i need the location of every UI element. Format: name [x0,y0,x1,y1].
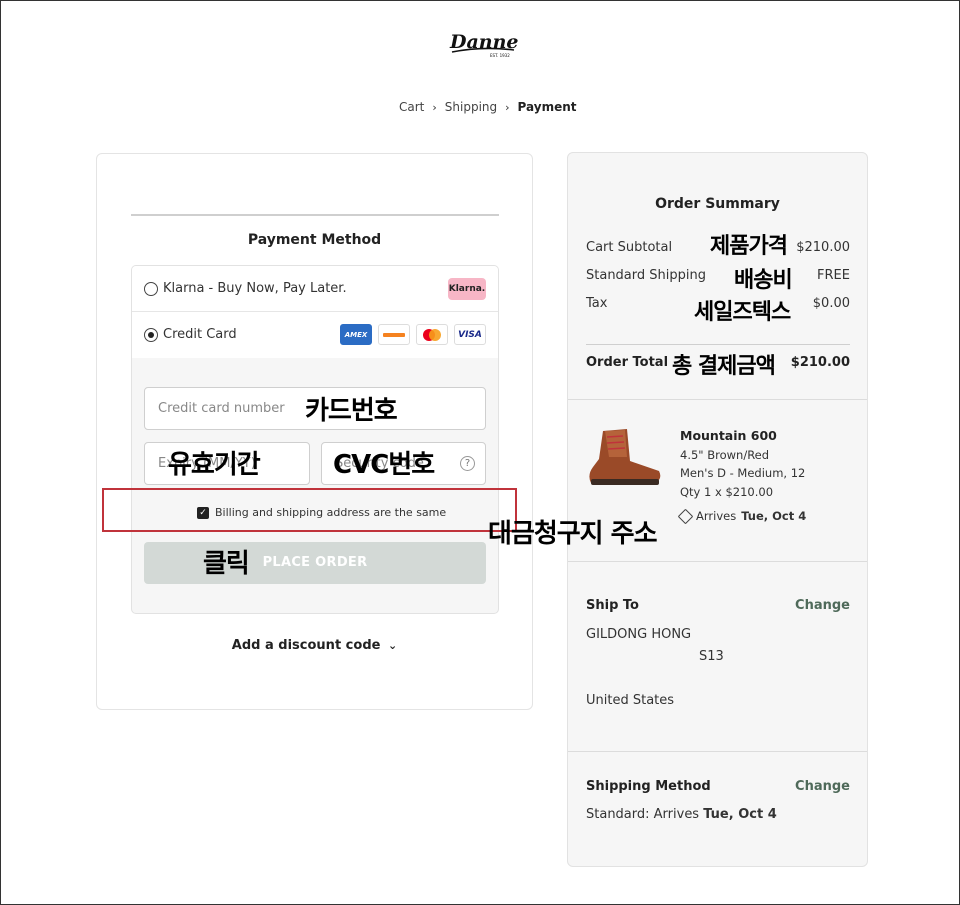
subtotal-label: Cart Subtotal [586,240,673,255]
danner-logo[interactable]: Danner EST. 1932 [446,28,518,60]
annotation-subtotal: 제품가격 [710,234,788,259]
shipping-method-prefix: Standard: Arrives [586,807,700,822]
product-name: Mountain 600 [680,428,777,443]
credit-card-radio[interactable] [144,328,158,342]
shipping-row: Standard Shipping FREE [586,268,850,283]
subtotal-value: $210.00 [796,240,850,255]
product-variant: 4.5" Brown/Red [680,447,770,462]
breadcrumb-shipping[interactable]: Shipping [445,100,497,114]
package-icon [677,508,694,524]
tax-value: $0.00 [812,296,850,311]
ship-to-name: GILDONG HONG [586,627,692,642]
shipping-method-value: Standard: Arrives Tue, Oct 4 [586,807,777,822]
annotation-total: 총 결제금액 [672,354,776,379]
annotation-cvc: CVC번호 [333,450,435,480]
total-value: $210.00 [790,355,850,370]
annotation-shipping: 배송비 [734,268,793,293]
help-icon[interactable]: ? [460,456,475,471]
total-label: Order Total [586,355,669,370]
payment-method-title: Payment Method [247,232,382,248]
annotation-tax: 세일즈텍스 [694,300,791,325]
klarna-icon: Klarna. [448,278,486,300]
arrives-date: Tue, Oct 4 [741,509,807,523]
shipping-method-title: Shipping Method [586,779,711,794]
card-brands: AMEX VISA [340,324,486,345]
ship-to-title: Ship To [586,598,639,613]
breadcrumb: Cart › Shipping › Payment [399,100,577,114]
discount-code-toggle[interactable]: Add a discount code ⌄ [97,638,532,653]
svg-text:EST. 1932: EST. 1932 [490,53,510,58]
klarna-option[interactable]: Klarna - Buy Now, Pay Later. Klarna. [132,266,498,312]
shipping-value: FREE [817,268,850,283]
billing-highlight-box [102,488,517,532]
credit-card-option[interactable]: Credit Card AMEX VISA [132,312,498,358]
visa-icon: VISA [454,324,486,345]
ship-to-change-link[interactable]: Change [795,598,850,613]
ship-to-line2: S13 [699,649,724,664]
annotation-expiry: 유효기간 [168,450,261,480]
amex-icon: AMEX [340,324,372,345]
annotation-click: 클릭 [203,549,250,579]
chevron-down-icon: ⌄ [387,639,398,652]
shipping-method-change-link[interactable]: Change [795,779,850,794]
payment-options: Klarna - Buy Now, Pay Later. Klarna. Cre… [131,265,499,614]
order-summary-title: Order Summary [655,196,780,212]
annotation-card-number: 카드번호 [305,396,398,426]
shipping-label: Standard Shipping [586,268,706,283]
product-size: Men's D - Medium, 12 [680,466,806,480]
chevron-right-icon: › [432,100,437,114]
chevron-right-icon: › [505,100,510,114]
divider [586,344,850,345]
mastercard-icon [416,324,448,345]
credit-card-label: Credit Card [163,327,237,342]
product-details: Mountain 600 4.5" Brown/Red Men's D - Me… [680,427,805,501]
place-order-button[interactable]: PLACE ORDER [144,542,486,584]
annotation-billing: 대금청구지 주소 [488,519,657,549]
product-qty: Qty 1 x $210.00 [680,484,774,499]
breadcrumb-payment: Payment [517,100,577,114]
arrives-prefix: Arrives [696,509,737,523]
arrival-info: Arrives Tue, Oct 4 [677,508,807,524]
ship-to-country: United States [586,693,675,708]
ship-to-section: Ship To Change GILDONG HONG S13 United S… [568,562,867,752]
divider [131,214,499,216]
breadcrumb-cart[interactable]: Cart [399,100,424,114]
klarna-radio[interactable] [144,282,158,296]
boot-product-image [589,429,661,485]
discount-label: Add a discount code [231,638,381,653]
shipping-method-date: Tue, Oct 4 [703,807,777,822]
tax-label: Tax [586,296,608,311]
discover-icon [378,324,410,345]
payment-panel: Payment Method Klarna - Buy Now, Pay Lat… [96,153,533,710]
klarna-label: Klarna - Buy Now, Pay Later. [163,281,347,296]
